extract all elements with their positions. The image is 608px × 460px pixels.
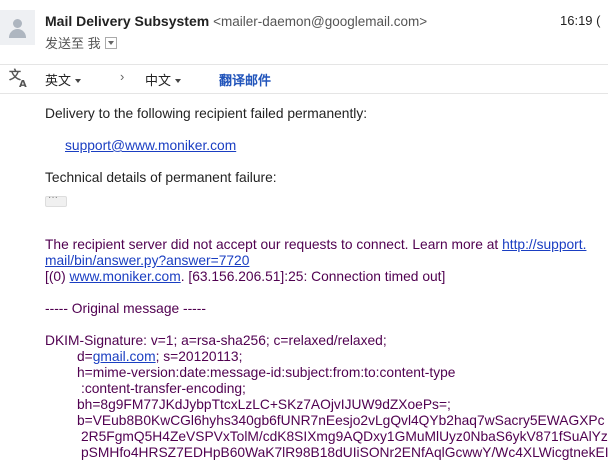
translate-message-link[interactable]: 翻译邮件 <box>219 70 271 89</box>
message-time: 16:19 ( <box>560 13 601 28</box>
chevron-down-icon <box>175 79 182 83</box>
translate-bar <box>0 64 608 94</box>
dkim-line: h=mime-version:date:message-id:subject:f… <box>77 365 456 380</box>
intro-text: Delivery to the following recipient fail… <box>45 106 368 121</box>
details-heading: Technical details of permanent failure: <box>45 170 277 185</box>
recipient-line: 发送至 我 <box>45 33 117 52</box>
dkim-line: :content-transfer-encoding; <box>81 381 246 396</box>
arrow-right-icon: › <box>120 69 125 84</box>
chevron-down-icon <box>75 79 82 83</box>
dkim-line: pSMHfo4HRSZ7EDHpB60WaK7lR98B18dUIiSONr2E… <box>81 445 608 460</box>
to-label: 发送至 我 <box>45 36 101 51</box>
dkim-line: DKIM-Signature: v=1; a=rsa-sha256; c=rel… <box>45 333 387 348</box>
dkim-line: b=VEub8B0KwCGl6hyhs340gb6fUNR7nEesjo2vLg… <box>77 413 605 428</box>
sender-info: Mail Delivery Subsystem <mailer-daemon@g… <box>45 13 427 29</box>
support-link[interactable]: http://support. <box>502 237 586 252</box>
avatar <box>0 10 35 45</box>
original-message-header: ----- Original message ----- <box>45 301 206 316</box>
moniker-link[interactable]: www.moniker.com <box>70 269 181 284</box>
server-message: The recipient server did not accept our … <box>45 237 587 252</box>
show-details-dropdown-icon[interactable] <box>104 37 117 49</box>
connection-message: [(0) www.moniker.com. [63.156.206.51]:25… <box>45 269 446 284</box>
dkim-line: bh=8g9FM77JKdJybpTtcxLzLC+SKz7AOjvIJUW9d… <box>77 397 451 412</box>
svg-text:A: A <box>19 79 27 89</box>
gmail-link[interactable]: gmail.com <box>93 349 156 364</box>
sender-email: <mailer-daemon@googlemail.com> <box>213 14 428 29</box>
dkim-line: 2R5FgmQ5H4ZeVSPVxTolM/cdK8SIXmg9AQDxy1GM… <box>81 429 608 444</box>
sender-name[interactable]: Mail Delivery Subsystem <box>45 13 209 29</box>
show-trimmed-content-button[interactable]: ··· <box>45 192 67 207</box>
target-language-select[interactable]: 中文 <box>145 70 182 89</box>
recipient-link[interactable]: support@www.moniker.com <box>65 138 236 153</box>
translate-icon: 文 A <box>9 67 27 89</box>
dkim-line: d=gmail.com; s=20120113; <box>77 349 243 364</box>
support-link-continued[interactable]: mail/bin/answer.py?answer=7720 <box>45 253 249 268</box>
source-language-select[interactable]: 英文 <box>45 70 82 89</box>
